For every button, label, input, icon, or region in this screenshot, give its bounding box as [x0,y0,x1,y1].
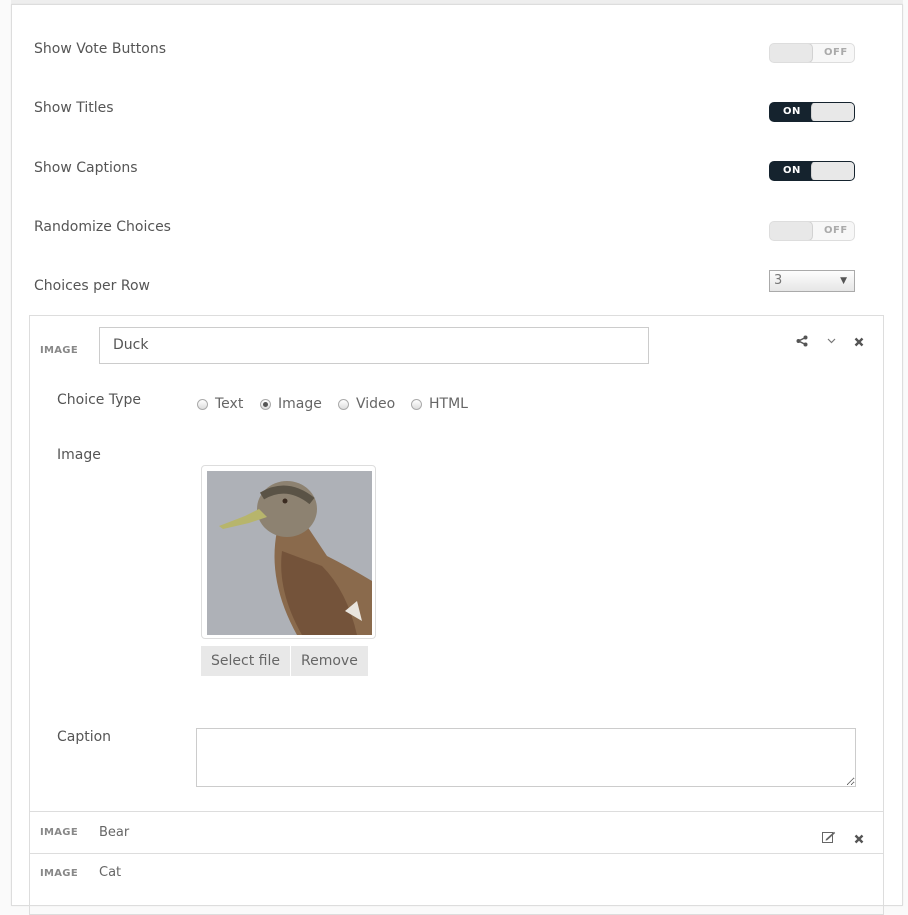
choice-name-cat[interactable]: Cat [99,865,121,880]
divider [30,811,883,812]
toggle-knob [811,161,855,181]
image-label: Image [57,447,101,463]
remove-image-button[interactable]: Remove [291,646,368,676]
setting-label-show-captions: Show Captions [34,160,138,176]
radio-button[interactable] [197,399,208,410]
toggle-knob [769,43,813,63]
toggle-vote-buttons[interactable]: OFF [769,43,855,63]
radio-button[interactable] [411,399,422,410]
dropdown-arrow-icon: ▼ [840,271,847,291]
radio-html[interactable]: HTML [411,396,468,412]
setting-label-show-titles: Show Titles [34,100,114,116]
radio-label: Video [356,396,395,412]
radio-text[interactable]: Text [197,396,243,412]
toggle-knob [769,221,813,241]
edit-icon[interactable] [822,831,836,846]
close-icon[interactable] [854,336,864,350]
choice-type-tag: IMAGE [40,827,78,838]
choice-name-bear[interactable]: Bear [99,825,129,840]
setting-label-randomize: Randomize Choices [34,219,171,235]
radio-image[interactable]: Image [260,396,322,412]
caption-textarea[interactable] [196,728,856,787]
chevron-down-icon[interactable] [827,335,836,349]
setting-label-choices-per-row: Choices per Row [34,278,150,294]
setting-label-vote-buttons: Show Vote Buttons [34,41,166,57]
divider [30,853,883,854]
choices-per-row-select[interactable]: 3 ▼ [769,270,855,292]
toggle-knob [811,102,855,122]
select-value: 3 [774,273,782,288]
radio-button-selected[interactable] [260,399,271,410]
toggle-state: OFF [824,222,848,240]
radio-label: HTML [429,396,468,412]
choice-type-label: Choice Type [57,392,141,408]
radio-label: Image [278,396,322,412]
image-thumbnail [201,465,376,639]
toggle-show-captions[interactable]: ON [769,161,855,181]
toggle-state: OFF [824,44,848,62]
toggle-show-titles[interactable]: ON [769,102,855,122]
share-icon[interactable] [796,335,808,350]
radio-video[interactable]: Video [338,396,395,412]
close-icon[interactable] [854,833,864,847]
toggle-state: ON [783,103,801,121]
radio-label: Text [215,396,243,412]
radio-button[interactable] [338,399,349,410]
caption-label: Caption [57,729,111,745]
select-file-button[interactable]: Select file [201,646,290,676]
choice-type-tag: IMAGE [40,345,78,356]
duck-image [207,471,372,635]
choice-title-input[interactable]: Duck [99,327,649,364]
choice-editor: IMAGE Duck Choice Type Text Image Video … [29,315,884,915]
toggle-randomize[interactable]: OFF [769,221,855,241]
toggle-state: ON [783,162,801,180]
